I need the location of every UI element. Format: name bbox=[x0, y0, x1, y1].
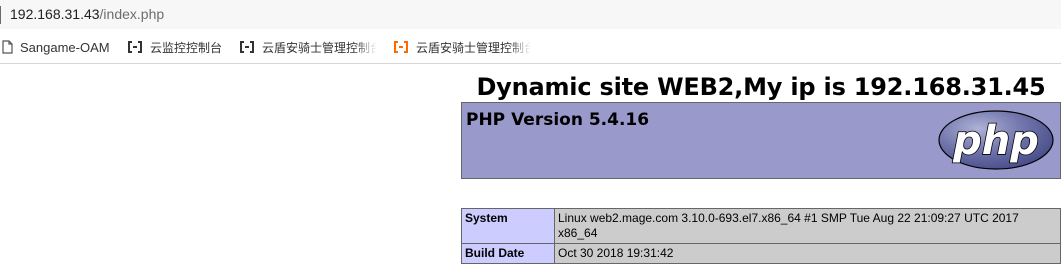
aliyun-icon bbox=[394, 41, 408, 53]
table-row: System Linux web2.mage.com 3.10.0-693.el… bbox=[461, 208, 1061, 244]
bookmarks-bar: Sangame-OAM 云监控控制台 云盾安骑士管理控制台 云盾安骑士管理控制台 bbox=[0, 29, 1061, 64]
address-bar-divider bbox=[0, 6, 1, 24]
bookmark-label: 云盾安骑士管理控制台 bbox=[262, 40, 377, 55]
bookmark-label: Sangame-OAM bbox=[20, 39, 110, 55]
row-label: Build Date bbox=[461, 243, 555, 264]
php-logo-text: php bbox=[952, 118, 1039, 164]
url-field[interactable]: 192.168.31.43/index.php bbox=[10, 6, 164, 22]
php-logo[interactable]: php bbox=[937, 109, 1055, 175]
aliyun-icon bbox=[240, 41, 254, 53]
row-value: Linux web2.mage.com 3.10.0-693.el7.x86_6… bbox=[554, 208, 1061, 244]
bookmark-label: 云盾安骑士管理控制台 bbox=[416, 40, 531, 55]
bookmark-anqishi-console[interactable]: 云盾安骑士管理控制台 bbox=[239, 38, 377, 56]
php-version-header: PHP Version 5.4.16 php bbox=[461, 102, 1061, 179]
aliyun-icon bbox=[128, 41, 142, 53]
page-icon bbox=[2, 40, 13, 54]
url-host: 192.168.31.43 bbox=[10, 6, 100, 22]
bookmark-cloud-monitor[interactable]: 云监控控制台 bbox=[127, 38, 222, 56]
url-path: /index.php bbox=[99, 6, 165, 22]
bookmark-label: 云监控控制台 bbox=[150, 40, 223, 55]
row-value: Oct 30 2018 19:31:42 bbox=[554, 243, 1061, 264]
page-title: Dynamic site WEB2,My ip is 192.168.31.45 bbox=[476, 73, 1046, 101]
table-row: Build Date Oct 30 2018 19:31:42 bbox=[461, 243, 1061, 264]
bookmark-sangame-oam[interactable]: Sangame-OAM bbox=[2, 38, 110, 56]
php-version-title: PHP Version 5.4.16 bbox=[466, 110, 650, 130]
address-bar[interactable]: 192.168.31.43/index.php bbox=[0, 0, 1061, 29]
php-info-table: System Linux web2.mage.com 3.10.0-693.el… bbox=[461, 208, 1061, 264]
bookmark-anqishi-console-2[interactable]: 云盾安骑士管理控制台 bbox=[393, 38, 531, 56]
row-label: System bbox=[461, 208, 555, 244]
